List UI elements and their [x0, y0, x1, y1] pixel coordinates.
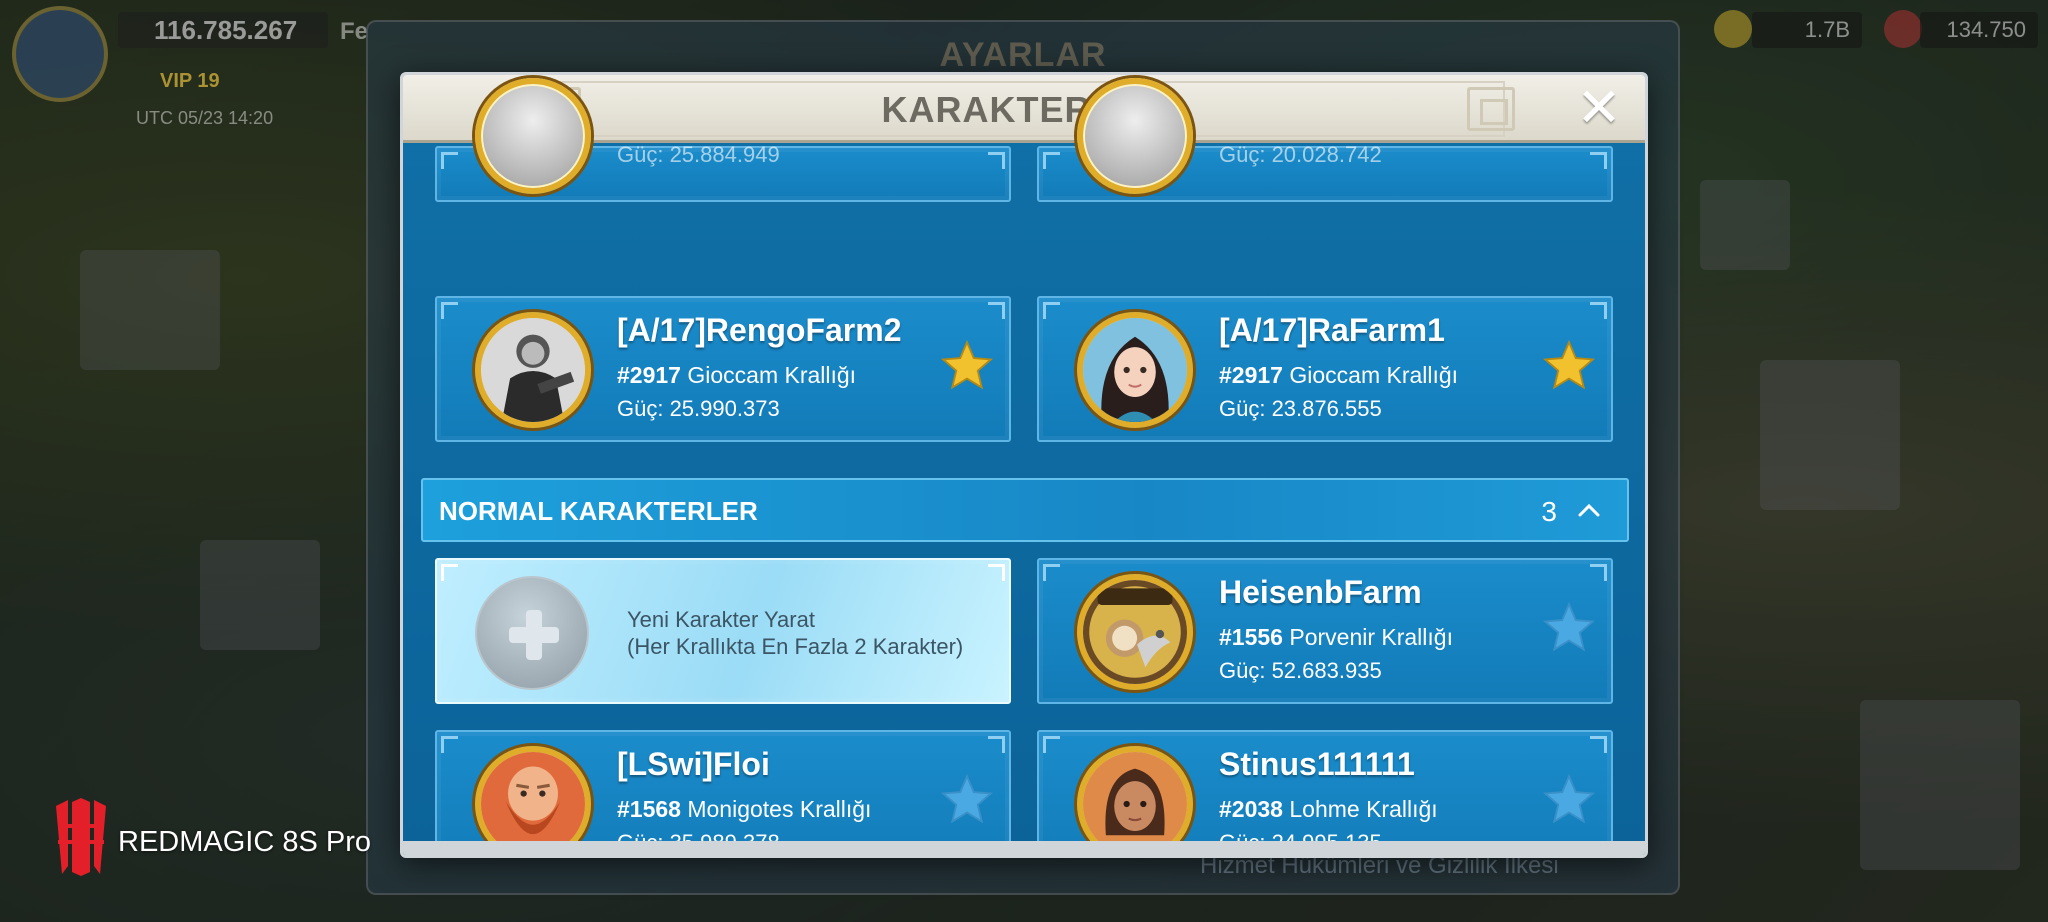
star-empty-icon[interactable] [939, 772, 995, 828]
gem-icon [1884, 10, 1922, 48]
kingdom-name: Lohme Krallığı [1289, 796, 1438, 822]
gold-coin-icon [1714, 10, 1752, 48]
kingdom-number: #1568 [617, 796, 681, 822]
dialog-bottom-rail [403, 841, 1645, 855]
kingdom-number: #2917 [617, 362, 681, 388]
create-character-title: Yeni Karakter Yarat [627, 607, 815, 632]
character-card-stinus111111[interactable]: Stinus111111 #2038 Lohme Krallığı Güç: 2… [1037, 730, 1613, 855]
kingdom-name: Gioccam Krallığı [687, 362, 857, 388]
character-avatar [475, 312, 591, 428]
vip-badge[interactable]: VIP 19 [160, 70, 220, 93]
character-power: Güç: 52.683.935 [1219, 658, 1382, 683]
character-kingdom: #2038 Lohme Krallığı [1219, 796, 1438, 823]
character-name: Stinus111111 [1219, 746, 1415, 782]
create-character-note: (Her Krallıkta En Fazla 2 Karakter) [627, 634, 964, 659]
characters-list[interactable]: Güç: 25.884.949 Güç: 20.028.742 [A/17]Re… [403, 78, 1645, 855]
device-watermark: REDMAGIC 8S Pro [118, 826, 371, 858]
character-kingdom: #2917 Gioccam Krallığı [1219, 362, 1458, 389]
character-avatar [475, 78, 591, 194]
character-power: Güç: 20.028.742 [1219, 142, 1382, 167]
kingdom-name: Porvenir Krallığı [1289, 624, 1453, 650]
hud-power-value: 116.785.267 [118, 12, 328, 48]
plus-icon [475, 576, 589, 690]
settings-title: AYARLAR [939, 36, 1107, 74]
kingdom-number: #2917 [1219, 362, 1283, 388]
character-card[interactable]: Güç: 20.028.742 [1037, 78, 1613, 202]
section-count: 3 [1541, 496, 1557, 527]
gem-amount[interactable]: 134.750 [1920, 12, 2038, 48]
character-power: Güç: 25.884.949 [617, 142, 780, 167]
chevron-up-icon[interactable] [1575, 498, 1603, 522]
character-card-rengofarm2[interactable]: [A/17]RengoFarm2 #2917 Gioccam Krallığı … [435, 296, 1011, 442]
create-character-button[interactable]: Yeni Karakter Yarat (Her Krallıkta En Fa… [435, 558, 1011, 704]
character-power: Güç: 23.876.555 [1219, 396, 1382, 421]
normal-characters-header[interactable]: NORMAL KARAKTERLER 3 [421, 478, 1629, 542]
character-card-rafarm1[interactable]: [A/17]RaFarm1 #2917 Gioccam Krallığı Güç… [1037, 296, 1613, 442]
character-kingdom: #1556 Porvenir Krallığı [1219, 624, 1453, 651]
star-empty-icon[interactable] [1541, 600, 1597, 656]
player-avatar[interactable] [12, 6, 108, 102]
star-empty-icon[interactable] [1541, 772, 1597, 828]
character-name: [A/17]RengoFarm2 [617, 312, 902, 348]
character-card-heisenbfarm[interactable]: HeisenbFarm #1556 Porvenir Krallığı Güç:… [1037, 558, 1613, 704]
star-icon[interactable] [939, 338, 995, 394]
kingdom-number: #2038 [1219, 796, 1283, 822]
gold-amount[interactable]: 1.7B [1752, 12, 1862, 48]
redmagic-logo-icon [56, 798, 106, 876]
kingdom-number: #1556 [1219, 624, 1283, 650]
character-kingdom: #1568 Monigotes Krallığı [617, 796, 871, 823]
close-icon[interactable]: ✕ [1573, 81, 1625, 135]
character-name: [LSwi]Floi [617, 746, 770, 782]
hud-power-suffix: Fe [340, 18, 369, 45]
character-kingdom: #2917 Gioccam Krallığı [617, 362, 856, 389]
character-power: Güç: 25.990.373 [617, 396, 780, 421]
kingdom-name: Monigotes Krallığı [687, 796, 872, 822]
create-character-label: Yeni Karakter Yarat (Her Krallıkta En Fa… [627, 606, 963, 660]
character-name: [A/17]RaFarm1 [1219, 312, 1445, 348]
characters-dialog: KARAKTERLER ✕ Güç: 25.884.949 Güç: 20.02… [400, 72, 1648, 858]
kingdom-name: Gioccam Krallığı [1289, 362, 1459, 388]
character-avatar [1077, 312, 1193, 428]
section-title: NORMAL KARAKTERLER [439, 496, 758, 526]
character-card-floi[interactable]: [LSwi]Floi #1568 Monigotes Krallığı Güç:… [435, 730, 1011, 855]
utc-time: UTC 05/23 14:20 [136, 108, 274, 128]
character-avatar [1077, 574, 1193, 690]
character-card[interactable]: Güç: 25.884.949 [435, 78, 1011, 202]
character-name: HeisenbFarm [1219, 574, 1422, 610]
star-icon[interactable] [1541, 338, 1597, 394]
character-avatar [1077, 78, 1193, 194]
